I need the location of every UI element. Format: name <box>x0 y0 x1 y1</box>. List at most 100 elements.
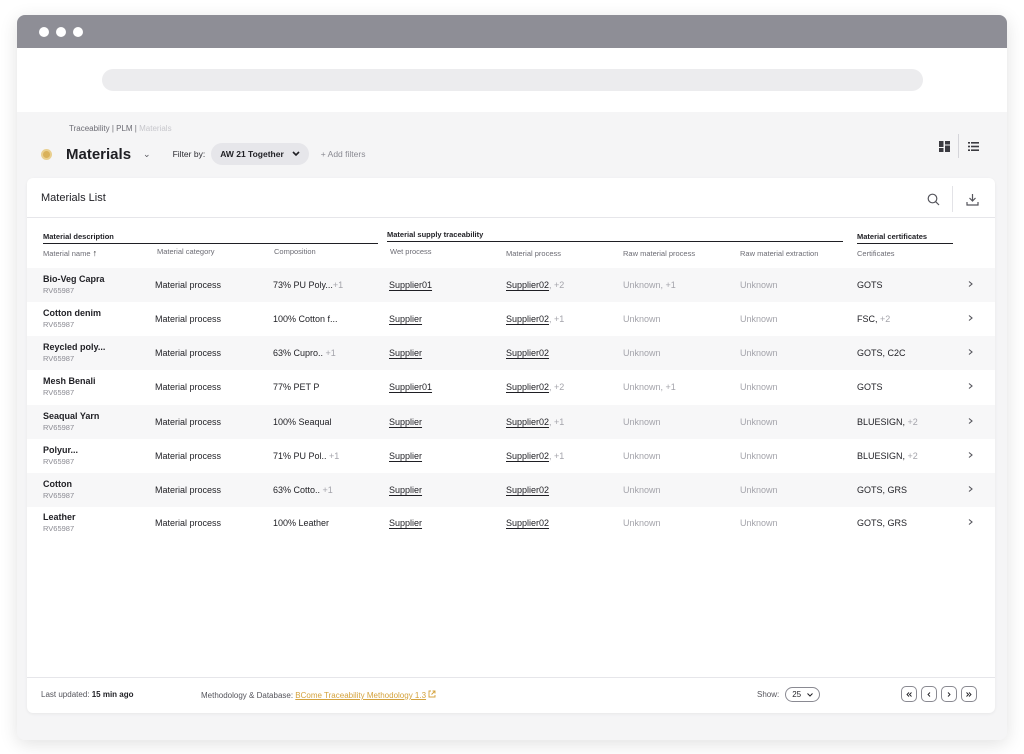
material-process-more[interactable]: , +1 <box>549 417 564 427</box>
wet-process-supplier[interactable]: Supplier <box>389 451 422 461</box>
table-row[interactable]: Reycled poly... RV65987 Material process 63… <box>27 336 995 370</box>
window-close-dot[interactable] <box>39 26 49 37</box>
chevron-down-icon <box>292 149 300 159</box>
table-row[interactable]: Bio-Veg Capra RV65987 Material process 73% … <box>27 268 995 302</box>
material-process-supplier[interactable]: Supplier02 <box>506 417 549 427</box>
column-header-certificates[interactable]: Certificates <box>857 249 895 258</box>
material-process-more[interactable]: , +1 <box>549 451 564 461</box>
view-toggle <box>934 134 983 158</box>
wet-process-supplier[interactable]: Supplier <box>389 518 422 528</box>
material-process-more[interactable]: , +2 <box>549 382 564 392</box>
address-bar[interactable] <box>101 69 923 91</box>
material-process-cell: Supplier02, +1 <box>506 451 564 461</box>
material-code: RV65987 <box>43 320 75 329</box>
chevron-down-icon[interactable]: ⌄ <box>143 149 151 160</box>
chevron-right-icon[interactable] <box>968 280 973 291</box>
card-actions <box>922 186 983 212</box>
last-updated: Last updated: 15 min ago <box>41 690 134 699</box>
column-header-composition[interactable]: Composition <box>274 247 316 256</box>
chevron-right-icon[interactable] <box>968 348 973 359</box>
composition: 71% PU Pol.. <box>273 451 327 461</box>
chevron-right-icon[interactable] <box>968 451 973 462</box>
external-link-icon[interactable] <box>428 690 436 700</box>
material-process-more[interactable]: , +2 <box>549 280 564 290</box>
chevron-right-icon[interactable] <box>968 485 973 496</box>
column-header-raw-material-process[interactable]: Raw material process <box>623 249 695 258</box>
certificates-more[interactable]: +2 <box>905 451 918 461</box>
chevron-right-icon[interactable] <box>968 314 973 325</box>
wet-process-supplier[interactable]: Supplier <box>389 314 422 324</box>
page-header: Materials ⌄ Filter by: AW 21 Together + … <box>41 143 365 165</box>
chevron-down-icon <box>807 690 813 699</box>
table-row[interactable]: Leather RV65987 Material process 100% Leath… <box>27 506 995 540</box>
methodology-link[interactable]: BCome Traceability Methodology 1.3 <box>295 691 426 700</box>
filter-dropdown[interactable]: AW 21 Together <box>211 143 309 165</box>
column-header-raw-material-extraction[interactable]: Raw material extraction <box>740 249 818 258</box>
wet-process-supplier[interactable]: Supplier <box>389 417 422 427</box>
material-process-more[interactable]: , +1 <box>549 314 564 324</box>
material-code: RV65987 <box>43 524 75 533</box>
certificates-cell: BLUESIGN, +2 <box>857 451 918 461</box>
window-minimize-dot[interactable] <box>56 26 66 37</box>
next-page-icon[interactable] <box>941 686 957 702</box>
wet-process-supplier[interactable]: Supplier <box>389 485 422 495</box>
sort-arrow-icon[interactable]: ↑ <box>93 248 98 258</box>
download-icon[interactable] <box>961 188 983 210</box>
certificates: GOTS <box>857 382 883 392</box>
material-name-cell: Seaqual Yarn RV65987 <box>43 411 99 432</box>
add-filters-link[interactable]: + Add filters <box>321 149 366 159</box>
material-process-supplier[interactable]: Supplier02 <box>506 451 549 461</box>
composition-cell: 63% Cotto.. +1 <box>273 485 333 495</box>
material-name-cell: Cotton denim RV65987 <box>43 308 101 329</box>
page-size-select[interactable]: 25 <box>785 687 821 702</box>
material-process-supplier[interactable]: Supplier02 <box>506 348 549 358</box>
composition-more[interactable]: +1 <box>323 348 336 358</box>
grid-view-icon[interactable] <box>934 135 954 157</box>
actions-divider <box>952 186 953 212</box>
wet-process-supplier[interactable]: Supplier01 <box>389 382 432 392</box>
raw-material-extraction: Unknown <box>740 485 778 495</box>
column-header-category[interactable]: Material category <box>157 247 215 256</box>
table-row[interactable]: Polyur... RV65987 Material process 71% PU P… <box>27 439 995 473</box>
material-process-cell: Supplier02, +1 <box>506 417 564 427</box>
composition-more[interactable]: +1 <box>327 451 339 461</box>
column-header-material-process[interactable]: Material process <box>506 249 561 258</box>
wet-process-supplier[interactable]: Supplier01 <box>389 280 432 290</box>
material-name-cell: Bio-Veg Capra RV65987 <box>43 274 105 295</box>
wet-process-supplier[interactable]: Supplier <box>389 348 422 358</box>
last-page-icon[interactable] <box>961 686 977 702</box>
material-process-supplier[interactable]: Supplier02 <box>506 314 549 324</box>
chevron-right-icon[interactable] <box>968 382 973 393</box>
certificates-more[interactable]: +2 <box>878 314 890 324</box>
material-code: RV65987 <box>43 286 75 295</box>
breadcrumb-path[interactable]: Traceability | PLM | <box>69 124 139 133</box>
chevron-right-icon[interactable] <box>968 518 973 529</box>
material-process-supplier[interactable]: Supplier02 <box>506 382 549 392</box>
material-name: Cotton denim <box>43 308 101 318</box>
certificates-more[interactable]: +2 <box>905 417 918 427</box>
certificates: FSC, <box>857 314 878 324</box>
material-process-supplier[interactable]: Supplier02 <box>506 518 549 528</box>
list-view-icon[interactable] <box>963 135 983 157</box>
window-maximize-dot[interactable] <box>73 26 83 37</box>
table-row[interactable]: Cotton RV65987 Material process 63% Cotto..… <box>27 473 995 507</box>
composition-more[interactable]: +1 <box>333 280 343 290</box>
material-process-cell: Supplier02 <box>506 485 549 495</box>
column-header-name[interactable]: Material name ↑ <box>43 248 97 258</box>
material-code: RV65987 <box>43 423 75 432</box>
composition-more[interactable]: +1 <box>320 485 333 495</box>
chevron-right-icon[interactable] <box>968 417 973 428</box>
search-icon[interactable] <box>922 188 944 210</box>
material-name: Mesh Benali <box>43 376 96 386</box>
prev-page-icon[interactable] <box>921 686 937 702</box>
material-name: Reycled poly... <box>43 342 106 352</box>
table-row[interactable]: Mesh Benali RV65987 Material process 77% PE… <box>27 370 995 404</box>
material-code: RV65987 <box>43 491 75 500</box>
table-row[interactable]: Cotton denim RV65987 Material process 100% … <box>27 302 995 336</box>
material-process-supplier[interactable]: Supplier02 <box>506 485 549 495</box>
first-page-icon[interactable] <box>901 686 917 702</box>
column-header-wet-process[interactable]: Wet process <box>390 247 432 256</box>
card-footer: Last updated: 15 min ago Methodology & D… <box>27 677 995 713</box>
material-process-supplier[interactable]: Supplier02 <box>506 280 549 290</box>
table-row[interactable]: Seaqual Yarn RV65987 Material process 100% … <box>27 405 995 439</box>
